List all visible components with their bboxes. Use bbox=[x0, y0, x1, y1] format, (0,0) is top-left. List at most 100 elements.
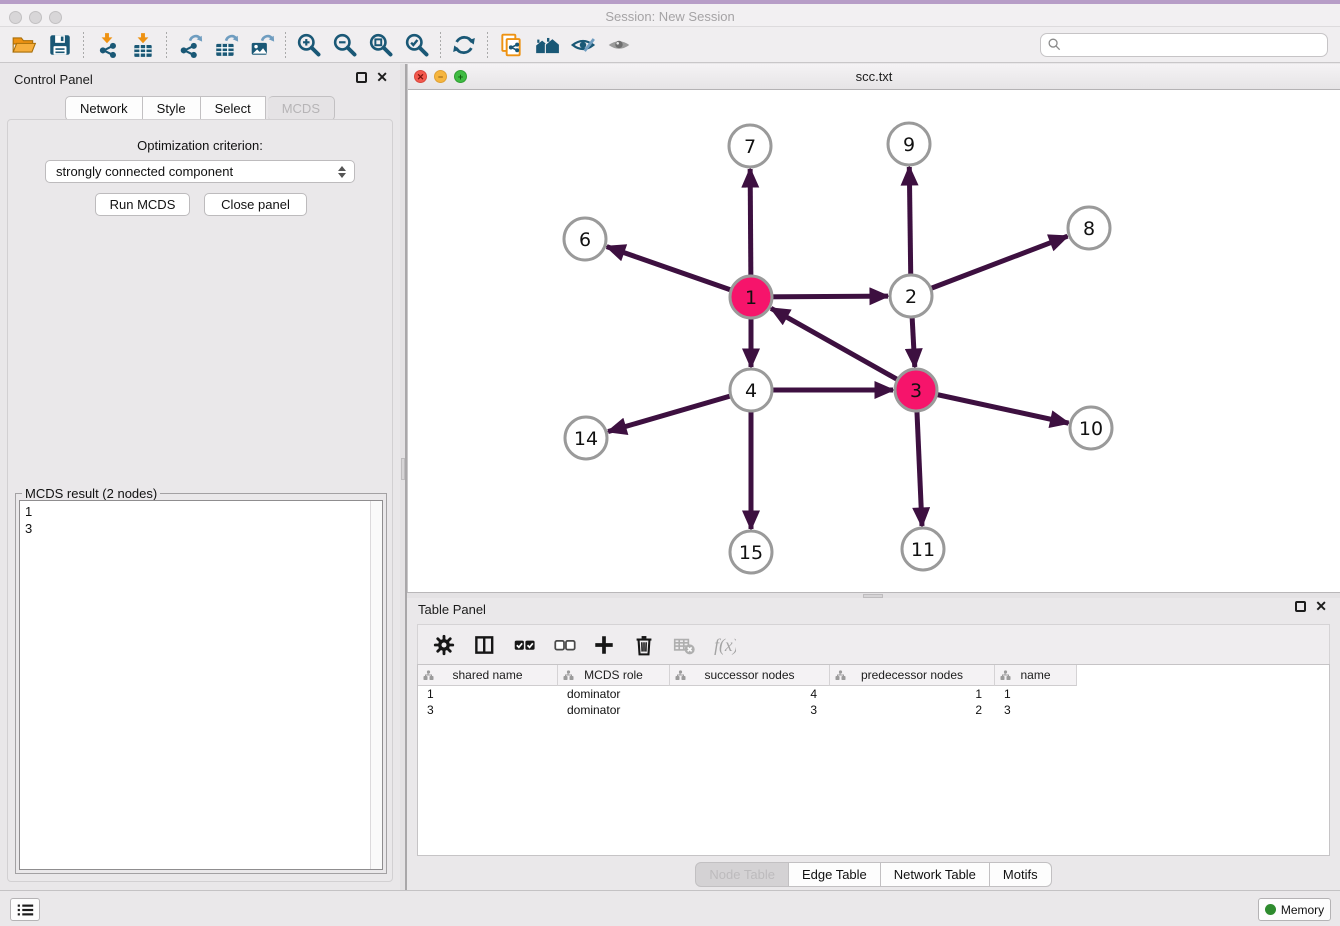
refresh-view-button[interactable] bbox=[446, 30, 482, 60]
network-window-titlebar[interactable]: ✕ − + scc.txt bbox=[408, 64, 1340, 90]
table-panel: Table Panel ✕ f(x) shared nameMCDS roles… bbox=[407, 598, 1340, 890]
result-scrollbar[interactable] bbox=[370, 501, 382, 869]
tab-style[interactable]: Style bbox=[143, 96, 201, 121]
graph-node-4[interactable]: 4 bbox=[730, 369, 772, 411]
cell[interactable]: 3 bbox=[418, 702, 558, 718]
table-row[interactable]: 3dominator323 bbox=[418, 702, 1329, 718]
mcds-result-title: MCDS result (2 nodes) bbox=[22, 486, 160, 501]
edge-3-10[interactable] bbox=[916, 390, 1069, 423]
open-session-button[interactable] bbox=[6, 30, 42, 60]
add-column-icon bbox=[592, 633, 616, 657]
column-header-successor-nodes[interactable]: successor nodes bbox=[670, 665, 830, 686]
add-column-button[interactable] bbox=[592, 633, 616, 657]
control-panel: Control Panel ✕ NetworkStyleSelectMCDS O… bbox=[0, 64, 400, 890]
graph-node-1[interactable]: 1 bbox=[730, 276, 772, 318]
close-panel-button[interactable]: Close panel bbox=[204, 193, 307, 216]
cell[interactable]: 2 bbox=[830, 702, 995, 718]
edge-1-6[interactable] bbox=[607, 247, 751, 297]
graph-node-6[interactable]: 6 bbox=[564, 218, 606, 260]
cell[interactable]: 1 bbox=[995, 686, 1077, 702]
tab-network-table[interactable]: Network Table bbox=[881, 862, 990, 887]
vertical-splitter[interactable] bbox=[400, 64, 407, 890]
tab-select[interactable]: Select bbox=[201, 96, 266, 121]
import-network-button[interactable] bbox=[89, 30, 125, 60]
first-neighbors-button[interactable] bbox=[529, 30, 565, 60]
tab-node-table[interactable]: Node Table bbox=[695, 862, 789, 887]
split-panel-button[interactable] bbox=[472, 633, 496, 657]
graph-node-11[interactable]: 11 bbox=[902, 528, 944, 570]
mcds-result-lines: 13 bbox=[25, 503, 377, 537]
graph-node-3[interactable]: 3 bbox=[895, 369, 937, 411]
zoom-out-icon bbox=[332, 32, 358, 58]
graph-node-10[interactable]: 10 bbox=[1070, 407, 1112, 449]
table-settings-button[interactable] bbox=[432, 633, 456, 657]
hide-details-button[interactable] bbox=[601, 30, 637, 60]
graph-node-9[interactable]: 9 bbox=[888, 123, 930, 165]
zoom-in-button[interactable] bbox=[291, 30, 327, 60]
node-label: 15 bbox=[739, 542, 763, 564]
save-session-button[interactable] bbox=[42, 30, 78, 60]
float-panel-icon[interactable] bbox=[356, 72, 367, 83]
export-network-button[interactable] bbox=[172, 30, 208, 60]
function-builder-icon: f(x) bbox=[712, 633, 736, 657]
result-line: 3 bbox=[25, 520, 377, 537]
toggle-graphics-details-button[interactable] bbox=[565, 30, 601, 60]
mcds-tab-content: Optimization criterion: strongly connect… bbox=[7, 119, 393, 882]
graph-node-15[interactable]: 15 bbox=[730, 531, 772, 573]
cell[interactable]: dominator bbox=[558, 686, 670, 702]
search-field[interactable] bbox=[1040, 33, 1328, 57]
table-panel-title: Table Panel bbox=[418, 602, 486, 617]
graph-node-2[interactable]: 2 bbox=[890, 275, 932, 317]
export-table-button[interactable] bbox=[208, 30, 244, 60]
cell[interactable]: 3 bbox=[995, 702, 1077, 718]
memory-button[interactable]: Memory bbox=[1258, 898, 1331, 921]
tab-network[interactable]: Network bbox=[65, 96, 143, 121]
select-all-rows-button[interactable] bbox=[512, 633, 536, 657]
zoom-fit-button[interactable] bbox=[363, 30, 399, 60]
column-header-name[interactable]: name bbox=[995, 665, 1077, 686]
graph-node-7[interactable]: 7 bbox=[729, 125, 771, 167]
cell[interactable]: dominator bbox=[558, 702, 670, 718]
import-table-icon bbox=[130, 32, 156, 58]
delete-column-button[interactable] bbox=[632, 633, 656, 657]
import-table-button[interactable] bbox=[125, 30, 161, 60]
cell[interactable]: 4 bbox=[670, 686, 830, 702]
cell[interactable]: 1 bbox=[830, 686, 995, 702]
toolbar-separator bbox=[285, 32, 286, 58]
float-panel-icon[interactable] bbox=[1295, 601, 1306, 612]
close-panel-icon[interactable]: ✕ bbox=[376, 72, 388, 83]
clone-network-button[interactable] bbox=[493, 30, 529, 60]
cell[interactable]: 1 bbox=[418, 686, 558, 702]
tab-edge-table[interactable]: Edge Table bbox=[789, 862, 881, 887]
deselect-all-rows-button[interactable] bbox=[552, 633, 576, 657]
column-header-shared-name[interactable]: shared name bbox=[418, 665, 558, 686]
graph-node-14[interactable]: 14 bbox=[565, 417, 607, 459]
mcds-result-text[interactable]: 13 bbox=[19, 500, 383, 870]
table-panel-window-buttons: ✕ bbox=[1295, 601, 1327, 612]
tab-motifs[interactable]: Motifs bbox=[990, 862, 1052, 887]
column-header-MCDS-role[interactable]: MCDS role bbox=[558, 665, 670, 686]
criterion-select[interactable]: strongly connected component bbox=[45, 160, 355, 183]
edge-2-8[interactable] bbox=[911, 236, 1068, 296]
zoom-out-button[interactable] bbox=[327, 30, 363, 60]
run-mcds-button[interactable]: Run MCDS bbox=[95, 193, 190, 216]
export-image-button[interactable] bbox=[244, 30, 280, 60]
search-input[interactable] bbox=[1062, 35, 1327, 55]
cell[interactable]: 3 bbox=[670, 702, 830, 718]
network-canvas[interactable]: 7 9 6 8 1 2 4 3 14 10 15 11 bbox=[408, 90, 1340, 592]
zoom-selected-button[interactable] bbox=[399, 30, 435, 60]
close-panel-icon[interactable]: ✕ bbox=[1315, 601, 1327, 612]
column-header-predecessor-nodes[interactable]: predecessor nodes bbox=[830, 665, 995, 686]
network-window-title: scc.txt bbox=[408, 69, 1340, 84]
tab-mcds[interactable]: MCDS bbox=[268, 96, 335, 121]
control-panel-window-buttons: ✕ bbox=[356, 72, 388, 83]
node-label: 4 bbox=[745, 380, 757, 402]
graph-node-8[interactable]: 8 bbox=[1068, 207, 1110, 249]
show-panels-button[interactable] bbox=[10, 898, 40, 921]
splitter-grip[interactable] bbox=[401, 458, 405, 480]
table-row[interactable]: 1dominator411 bbox=[418, 686, 1329, 702]
zoom-in-icon bbox=[296, 32, 322, 58]
attribute-type-icon bbox=[835, 670, 846, 681]
delete-column-icon bbox=[632, 633, 656, 657]
edge-3-1[interactable] bbox=[771, 308, 916, 390]
